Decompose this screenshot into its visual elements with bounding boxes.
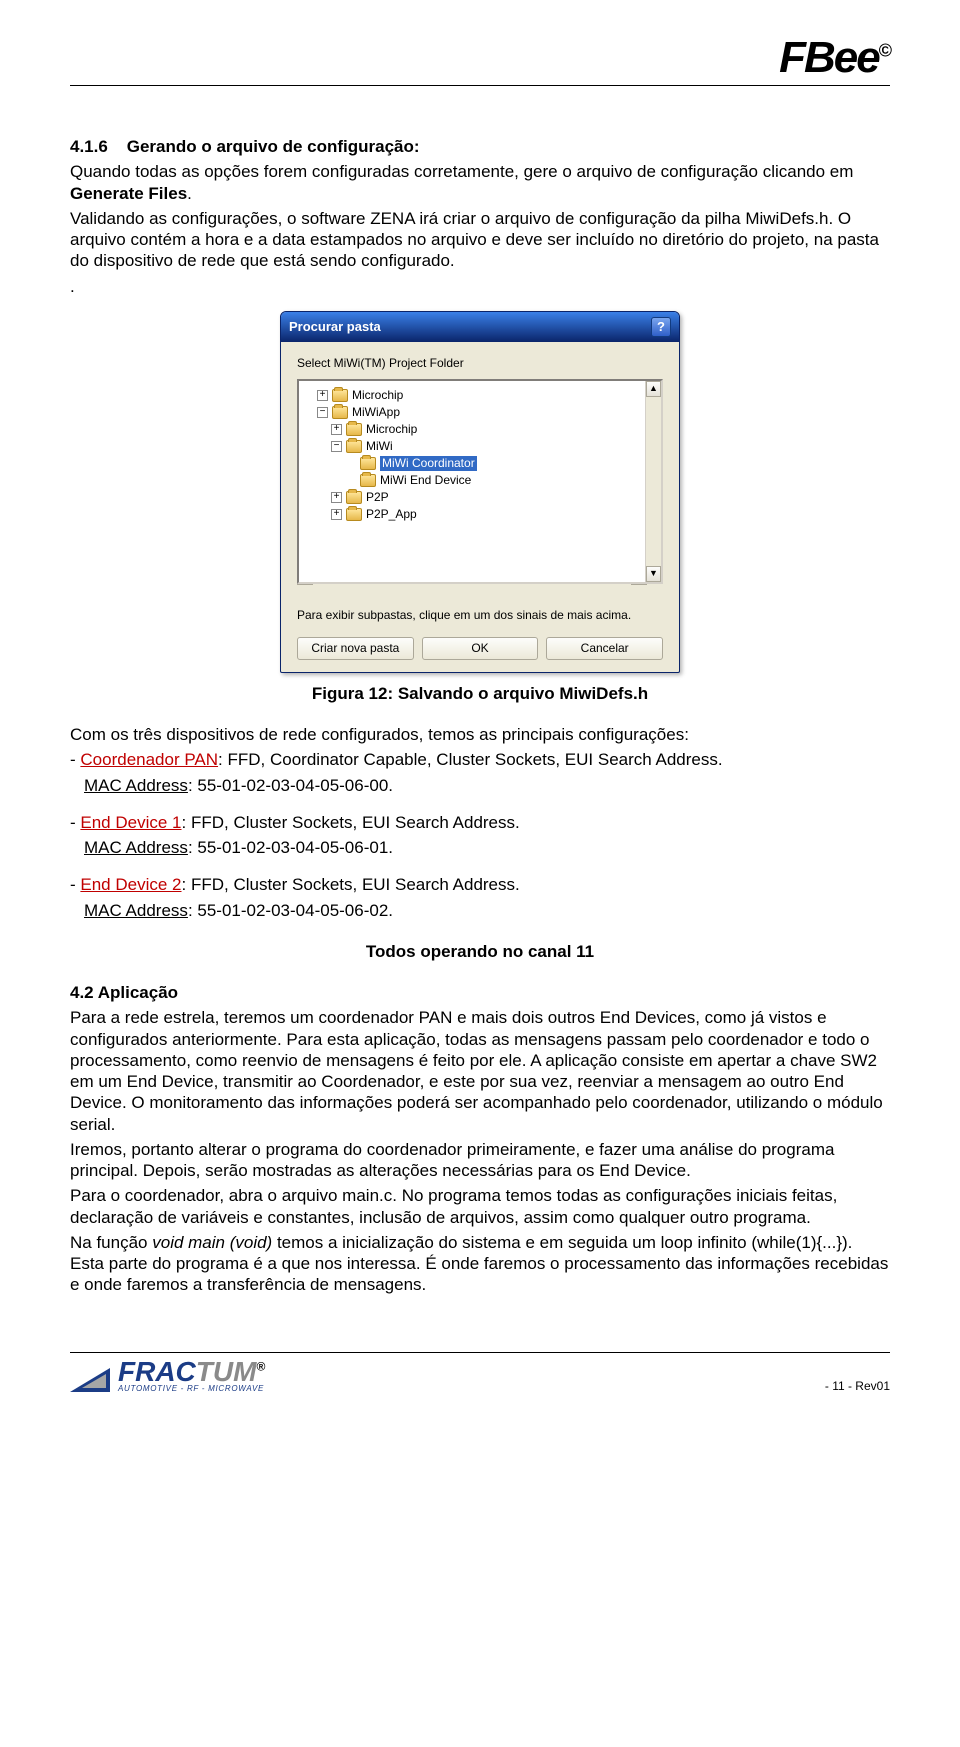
coord-label: Coordenador PAN xyxy=(80,750,218,769)
folder-icon xyxy=(332,406,348,419)
tree-node-miwi-end-device[interactable]: MiWi End Device xyxy=(303,472,641,489)
footer-rule xyxy=(70,1352,890,1353)
mac-label: MAC Address xyxy=(84,776,188,795)
node-label: P2P_App xyxy=(366,507,417,522)
ed2-rest: : FFD, Cluster Sockets, EUI Search Addre… xyxy=(182,875,520,894)
tree-node-p2p-app[interactable]: + P2P_App xyxy=(303,506,641,523)
tree-node-miwiapp[interactable]: − MiWiApp xyxy=(303,404,641,421)
config-ed1-mac: MAC Address: 55-01-02-03-04-05-06-01. xyxy=(84,837,890,858)
twisty-spacer xyxy=(345,475,356,486)
header-rule xyxy=(70,85,890,86)
section-4-1-6-heading: 4.1.6 Gerando o arquivo de configuração: xyxy=(70,136,890,157)
folder-icon xyxy=(346,491,362,504)
coord-mac: : 55-01-02-03-04-05-06-00. xyxy=(188,776,393,795)
config-intro: Com os três dispositivos de rede configu… xyxy=(70,724,890,745)
node-label: Microchip xyxy=(352,388,403,403)
dash: - xyxy=(70,875,80,894)
ed2-label: End Device 2 xyxy=(80,875,181,894)
expand-icon[interactable]: + xyxy=(331,509,342,520)
tree-node-miwi-coordinator[interactable]: MiWi Coordinator xyxy=(303,455,641,472)
dialog-hint: Para exibir subpastas, clique em um dos … xyxy=(297,608,663,623)
p42-4a: Na função xyxy=(70,1233,152,1252)
config-ed2-mac: MAC Address: 55-01-02-03-04-05-06-02. xyxy=(84,900,890,921)
dialog-title: Procurar pasta xyxy=(289,319,381,335)
collapse-icon[interactable]: − xyxy=(317,407,328,418)
titlebar-help-button[interactable]: ? xyxy=(651,317,671,337)
collapse-icon[interactable]: − xyxy=(331,441,342,452)
browse-folder-dialog: Procurar pasta ? Select MiWi(TM) Project… xyxy=(280,311,680,673)
folder-icon xyxy=(332,389,348,402)
config-channel: Todos operando no canal 11 xyxy=(70,941,890,962)
p416-1b: . xyxy=(187,184,192,203)
node-label: MiWiApp xyxy=(352,405,400,420)
folder-icon xyxy=(360,474,376,487)
node-label: P2P xyxy=(366,490,389,505)
p416-1a: Quando todas as opções forem configurada… xyxy=(70,162,853,181)
sec-title: Gerando o arquivo de configuração: xyxy=(127,137,420,156)
p42-4-italic: void main (void) xyxy=(152,1233,272,1252)
para-416-1: Quando todas as opções forem configurada… xyxy=(70,161,890,204)
ed2-mac: : 55-01-02-03-04-05-06-02. xyxy=(188,901,393,920)
p416-2: Validando as configurações, o software Z… xyxy=(70,209,879,271)
scroll-up-icon[interactable]: ▲ xyxy=(646,381,661,397)
tree-node-microchip[interactable]: + Microchip xyxy=(303,387,641,404)
node-label: MiWi End Device xyxy=(380,473,471,488)
tree-node-p2p[interactable]: + P2P xyxy=(303,489,641,506)
para-416-2: Validando as configurações, o software Z… xyxy=(70,208,890,272)
ed1-label: End Device 1 xyxy=(80,813,181,832)
config-coord-mac: MAC Address: 55-01-02-03-04-05-06-00. xyxy=(84,775,890,796)
dialog-instruction: Select MiWi(TM) Project Folder xyxy=(297,356,663,371)
new-folder-button[interactable]: Criar nova pasta xyxy=(297,637,414,660)
config-coord: - Coordenador PAN: FFD, Coordinator Capa… xyxy=(70,749,890,770)
dash: - xyxy=(70,813,80,832)
fractum-tagline: AUTOMOTIVE - RF - MICROWAVE xyxy=(118,1384,265,1394)
figure-12-caption: Figura 12: Salvando o arquivo MiwiDefs.h xyxy=(70,683,890,704)
expand-icon[interactable]: + xyxy=(331,424,342,435)
page-number: - 11 - Rev01 xyxy=(825,1379,890,1394)
expand-icon[interactable]: + xyxy=(317,390,328,401)
brand-sup: © xyxy=(879,40,890,60)
ed1-mac: : 55-01-02-03-04-05-06-01. xyxy=(188,838,393,857)
cancel-button[interactable]: Cancelar xyxy=(546,637,663,660)
tree-node-microchip-2[interactable]: + Microchip xyxy=(303,421,641,438)
brand-text: FBee xyxy=(779,33,879,82)
folder-icon xyxy=(346,508,362,521)
tree-node-miwi[interactable]: − MiWi xyxy=(303,438,641,455)
para-42-4: Na função void main (void) temos a inici… xyxy=(70,1232,890,1296)
dash: - xyxy=(70,750,80,769)
header-brand-logo: FBee© xyxy=(70,30,890,85)
config-ed1: - End Device 1: FFD, Cluster Sockets, EU… xyxy=(70,812,890,833)
fractum-reg: ® xyxy=(256,1359,265,1373)
para-42-1: Para a rede estrela, teremos um coordena… xyxy=(70,1007,890,1135)
ed1-rest: : FFD, Cluster Sockets, EUI Search Addre… xyxy=(182,813,520,832)
p416-1-bold: Generate Files xyxy=(70,184,187,203)
node-label: MiWi Coordinator xyxy=(380,456,477,471)
node-label: Microchip xyxy=(366,422,417,437)
mac-label: MAC Address xyxy=(84,838,188,857)
scroll-down-icon[interactable]: ▼ xyxy=(646,566,661,582)
para-42-2: Iremos, portanto alterar o programa do c… xyxy=(70,1139,890,1182)
folder-icon xyxy=(346,440,362,453)
para-42-3: Para o coordenador, abra o arquivo main.… xyxy=(70,1185,890,1228)
twisty-spacer xyxy=(345,458,356,469)
folder-icon xyxy=(346,423,362,436)
vertical-scrollbar[interactable]: ▲ ▼ xyxy=(645,381,661,582)
fractum-mark-icon xyxy=(70,1366,110,1394)
folder-tree[interactable]: + Microchip − MiWiApp + Microchip xyxy=(297,379,663,584)
mac-label: MAC Address xyxy=(84,901,188,920)
ok-button[interactable]: OK xyxy=(422,637,539,660)
expand-icon[interactable]: + xyxy=(331,492,342,503)
folder-icon xyxy=(360,457,376,470)
footer-brand-logo: FRACTUM® AUTOMOTIVE - RF - MICROWAVE xyxy=(70,1359,265,1394)
config-ed2: - End Device 2: FFD, Cluster Sockets, EU… xyxy=(70,874,890,895)
coord-rest: : FFD, Coordinator Capable, Cluster Sock… xyxy=(218,750,723,769)
fractum-part2: TUM xyxy=(196,1356,257,1387)
para-416-trailing: . xyxy=(70,276,890,297)
node-label: MiWi xyxy=(366,439,393,454)
section-4-2-heading: 4.2 Aplicação xyxy=(70,982,890,1003)
sec-num: 4.1.6 xyxy=(70,137,108,156)
fractum-part1: FRAC xyxy=(118,1356,196,1387)
dialog-titlebar[interactable]: Procurar pasta ? xyxy=(281,312,679,342)
